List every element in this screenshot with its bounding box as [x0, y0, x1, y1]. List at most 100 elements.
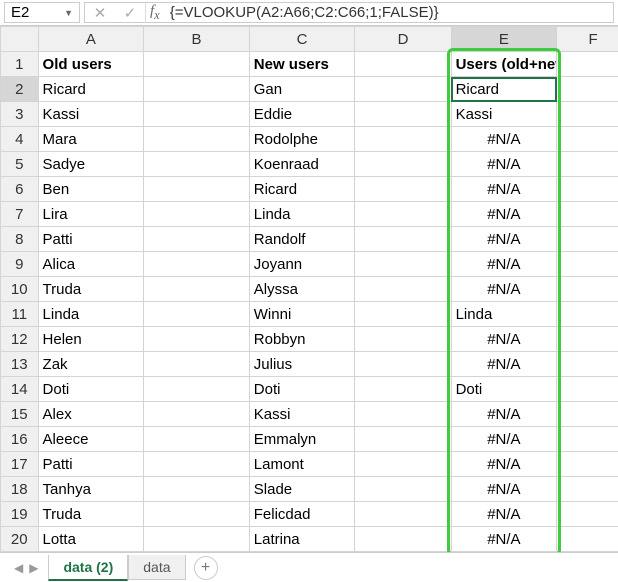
col-header-C[interactable]: C: [249, 27, 355, 52]
row-header-13[interactable]: 13: [1, 352, 39, 377]
cell-E16[interactable]: #N/A: [451, 427, 557, 452]
cell-F16[interactable]: [557, 427, 618, 452]
cell-A7[interactable]: Lira: [38, 202, 144, 227]
row-header-9[interactable]: 9: [1, 252, 39, 277]
fx-icon[interactable]: fx: [145, 3, 164, 23]
name-box[interactable]: E2 ▼: [4, 2, 80, 23]
cell-C12[interactable]: Robbyn: [249, 327, 355, 352]
row-header-1[interactable]: 1: [1, 52, 39, 77]
cell-C2[interactable]: Gan: [249, 77, 355, 102]
cell-A15[interactable]: Alex: [38, 402, 144, 427]
cell-C20[interactable]: Latrina: [249, 527, 355, 552]
col-header-A[interactable]: A: [38, 27, 144, 52]
cell-C16[interactable]: Emmalyn: [249, 427, 355, 452]
cell-A11[interactable]: Linda: [38, 302, 144, 327]
select-all-corner[interactable]: [1, 27, 39, 52]
cell-D5[interactable]: [355, 152, 451, 177]
cell-A1[interactable]: Old users: [38, 52, 144, 77]
cell-B16[interactable]: [144, 427, 250, 452]
cell-C9[interactable]: Joyann: [249, 252, 355, 277]
cell-D2[interactable]: [355, 77, 451, 102]
col-header-E[interactable]: E: [451, 27, 557, 52]
cell-C7[interactable]: Linda: [249, 202, 355, 227]
cell-E6[interactable]: #N/A: [451, 177, 557, 202]
cell-B6[interactable]: [144, 177, 250, 202]
row-header-14[interactable]: 14: [1, 377, 39, 402]
cell-F12[interactable]: [557, 327, 618, 352]
cell-F17[interactable]: [557, 452, 618, 477]
cell-E17[interactable]: #N/A: [451, 452, 557, 477]
cell-A8[interactable]: Patti: [38, 227, 144, 252]
row-header-8[interactable]: 8: [1, 227, 39, 252]
cell-B14[interactable]: [144, 377, 250, 402]
cell-D17[interactable]: [355, 452, 451, 477]
cell-D4[interactable]: [355, 127, 451, 152]
cell-A10[interactable]: Truda: [38, 277, 144, 302]
cell-F9[interactable]: [557, 252, 618, 277]
cell-E2[interactable]: Ricard: [451, 77, 557, 102]
cell-E9[interactable]: #N/A: [451, 252, 557, 277]
cell-E10[interactable]: #N/A: [451, 277, 557, 302]
cell-B7[interactable]: [144, 202, 250, 227]
cell-B10[interactable]: [144, 277, 250, 302]
cell-C11[interactable]: Winni: [249, 302, 355, 327]
cell-F2[interactable]: [557, 77, 618, 102]
cell-F8[interactable]: [557, 227, 618, 252]
cell-E11[interactable]: Linda: [451, 302, 557, 327]
cell-C17[interactable]: Lamont: [249, 452, 355, 477]
cell-A16[interactable]: Aleece: [38, 427, 144, 452]
cell-D7[interactable]: [355, 202, 451, 227]
confirm-icon[interactable]: [115, 4, 145, 22]
cell-B12[interactable]: [144, 327, 250, 352]
cell-E5[interactable]: #N/A: [451, 152, 557, 177]
cell-C10[interactable]: Alyssa: [249, 277, 355, 302]
row-header-6[interactable]: 6: [1, 177, 39, 202]
cell-C18[interactable]: Slade: [249, 477, 355, 502]
cell-A12[interactable]: Helen: [38, 327, 144, 352]
cell-D3[interactable]: [355, 102, 451, 127]
cell-E12[interactable]: #N/A: [451, 327, 557, 352]
cell-E20[interactable]: #N/A: [451, 527, 557, 552]
col-header-F[interactable]: F: [557, 27, 618, 52]
cell-F13[interactable]: [557, 352, 618, 377]
cell-B20[interactable]: [144, 527, 250, 552]
cell-D18[interactable]: [355, 477, 451, 502]
cell-D12[interactable]: [355, 327, 451, 352]
cell-B8[interactable]: [144, 227, 250, 252]
cell-C5[interactable]: Koenraad: [249, 152, 355, 177]
cell-C19[interactable]: Felicdad: [249, 502, 355, 527]
cell-A17[interactable]: Patti: [38, 452, 144, 477]
row-header-3[interactable]: 3: [1, 102, 39, 127]
cell-A3[interactable]: Kassi: [38, 102, 144, 127]
cell-F20[interactable]: [557, 527, 618, 552]
cell-E13[interactable]: #N/A: [451, 352, 557, 377]
row-header-15[interactable]: 15: [1, 402, 39, 427]
cell-C14[interactable]: Doti: [249, 377, 355, 402]
cell-C6[interactable]: Ricard: [249, 177, 355, 202]
cell-B9[interactable]: [144, 252, 250, 277]
cell-E1[interactable]: Users (old+new): [451, 52, 557, 77]
cell-B17[interactable]: [144, 452, 250, 477]
cell-F14[interactable]: [557, 377, 618, 402]
cell-C4[interactable]: Rodolphe: [249, 127, 355, 152]
cell-B15[interactable]: [144, 402, 250, 427]
row-header-18[interactable]: 18: [1, 477, 39, 502]
cell-E18[interactable]: #N/A: [451, 477, 557, 502]
cell-D15[interactable]: [355, 402, 451, 427]
cell-F15[interactable]: [557, 402, 618, 427]
row-header-5[interactable]: 5: [1, 152, 39, 177]
cell-F5[interactable]: [557, 152, 618, 177]
cell-D16[interactable]: [355, 427, 451, 452]
row-header-17[interactable]: 17: [1, 452, 39, 477]
cell-A14[interactable]: Doti: [38, 377, 144, 402]
cell-F1[interactable]: [557, 52, 618, 77]
cell-D19[interactable]: [355, 502, 451, 527]
cell-E14[interactable]: Doti: [451, 377, 557, 402]
cell-C13[interactable]: Julius: [249, 352, 355, 377]
cell-B4[interactable]: [144, 127, 250, 152]
cancel-icon[interactable]: [85, 4, 115, 22]
cell-A19[interactable]: Truda: [38, 502, 144, 527]
cell-A4[interactable]: Mara: [38, 127, 144, 152]
cell-F7[interactable]: [557, 202, 618, 227]
cell-E7[interactable]: #N/A: [451, 202, 557, 227]
